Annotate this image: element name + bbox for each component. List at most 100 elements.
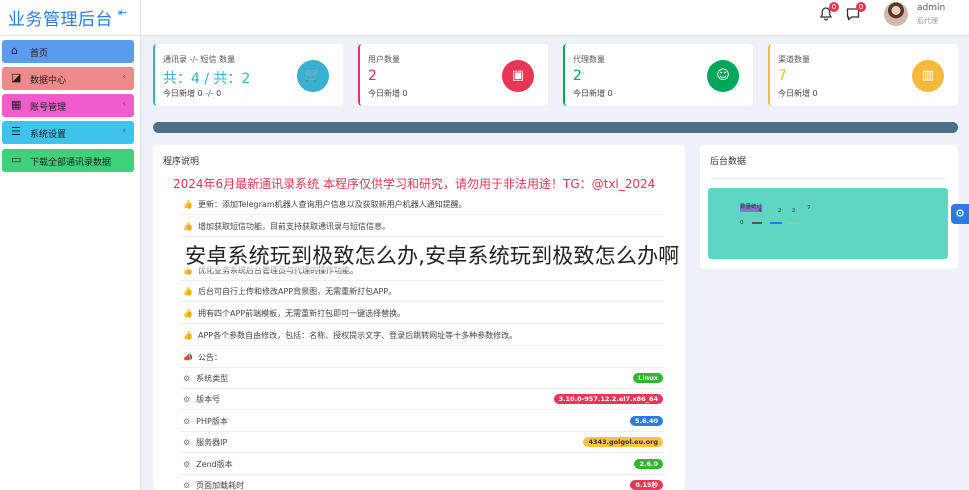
gear-icon: ⚙: [183, 417, 191, 426]
panel-title: 后台数据: [710, 157, 747, 167]
data-label: 2: [792, 208, 796, 214]
stat-card-agents: 代理数量 2 今日新增 0 ☺: [563, 44, 753, 106]
divider: [179, 409, 664, 410]
backend-panel: 后台数据 数量统计 4 2 2 7 0: [700, 145, 958, 269]
stat-title: 渠道数量: [778, 55, 810, 64]
cart-icon: 🛒: [297, 60, 329, 92]
divider: [179, 431, 664, 432]
info-row-load-time: ⚙ 页面加载耗时 0.15秒: [183, 480, 663, 490]
axis-label: 0: [740, 220, 744, 226]
avatar[interactable]: [884, 2, 908, 26]
sidebar-item-data-center[interactable]: ◪ 数据中心 ‹: [2, 67, 134, 90]
stat-sub: 今日新增 0: [778, 89, 818, 98]
divider: [179, 345, 664, 346]
thumb-icon: 👍: [183, 222, 193, 231]
data-label: 4: [758, 208, 762, 214]
gear-icon: ⚙: [183, 438, 191, 447]
program-heading: 2024年6月最新通讯录系统 本程序仅供学习和研究，请勿用于非法用途！TG：@t…: [173, 177, 656, 191]
info-row-version: ⚙ 版本号 3.10.0-957.12.2.el7.x86_64: [183, 394, 663, 410]
user-name[interactable]: admin: [917, 3, 945, 13]
megaphone-icon: 📣: [183, 353, 193, 362]
note-item: 👍 APP各个参数自由修改，包括：名称、授权提示文字、登录后跳转网址等十多种参数修…: [183, 331, 518, 340]
sidebar-item-download[interactable]: ▭ 下载全部通讯录数据: [2, 149, 134, 172]
gear-icon: ⚙: [183, 481, 191, 490]
chevron-left-icon: ‹: [122, 126, 126, 136]
info-row-server-ip: ⚙ 服务器IP 4343.golgol.eu.org: [183, 437, 663, 453]
info-row-zend: ⚙ Zend版本 2.6.0: [183, 459, 663, 475]
info-row-php: ⚙ PHP版本 5.6.40: [183, 416, 663, 432]
wallet-icon: ▣: [502, 60, 534, 92]
note-item: 👍 更新：添加Telegram机器人查询用户信息以及获取新用户机器人通知提醒。: [183, 200, 467, 209]
stat-value: 2: [573, 68, 582, 84]
mini-chart: 数量统计 4 2 2 7 0: [708, 188, 948, 259]
sidebar-item-label: 账号管理: [30, 103, 67, 113]
note-item: 👍 拥有四个APP前端模板，无需重新打包即可一键选择替换。: [183, 309, 406, 318]
stat-card-users: 用户数量 2 今日新增 0 ▣: [358, 44, 548, 106]
notice-label: 📣 公告：: [183, 353, 222, 362]
gear-icon: ⚙: [183, 374, 191, 383]
status-badge: 0.15秒: [630, 480, 663, 490]
stat-title: 代理数量: [573, 55, 605, 64]
sidebar-item-label: 系统设置: [30, 130, 67, 140]
divider: [710, 178, 948, 179]
divider: [179, 474, 664, 475]
chart-icon: ▥: [912, 60, 944, 92]
divider: [179, 214, 664, 215]
divider: [179, 280, 664, 281]
program-panel: 程序说明 2024年6月最新通讯录系统 本程序仅供学习和研究，请勿用于非法用途！…: [153, 145, 685, 490]
settings-gear-icon[interactable]: ⚙: [951, 204, 969, 224]
stat-value: 共：4 / 共：2: [163, 71, 251, 87]
chevron-left-icon: ‹: [122, 99, 126, 109]
divider: [179, 367, 664, 368]
users-icon: ☺: [707, 60, 739, 92]
user-role: 后代理: [917, 17, 938, 25]
stat-sub: 今日新增 0: [573, 89, 613, 98]
mini-bar: [752, 222, 762, 224]
note-item: 👍 增加获取短信功能，目前支持获取通讯录与短信信息。: [183, 222, 390, 231]
collapse-icon[interactable]: ⇤: [118, 6, 127, 19]
note-item: 👍 后台可自行上传和修改APP背景图，无需重新打包APP。: [183, 287, 397, 296]
sidebar: ⌂ 首页 ◪ 数据中心 ‹ ▦ 账号管理 ‹ ☰ 系统设置 ‹ ▭ 下载全部通讯…: [0, 36, 140, 490]
thumb-icon: 👍: [183, 200, 193, 209]
status-badge: 3.10.0-957.12.2.el7.x86_64: [553, 394, 663, 404]
sidebar-item-label: 下载全部通讯录数据: [30, 158, 112, 168]
divider: [179, 301, 664, 302]
sidebar-item-label: 首页: [30, 49, 49, 59]
gear-icon: ⚙: [183, 460, 191, 469]
status-badge: 5.6.40: [629, 416, 663, 426]
app-title: 业务管理后台: [8, 10, 113, 30]
status-badge: Linux: [633, 373, 663, 383]
sidebar-divider: [140, 0, 141, 490]
sidebar-item-accounts[interactable]: ▦ 账号管理 ‹: [2, 94, 134, 117]
stat-title: 通讯录 -/- 短信 数量: [163, 55, 236, 64]
mini-bar: [788, 222, 800, 224]
folder-icon: ▭: [11, 153, 22, 166]
message-badge: 0: [856, 2, 866, 12]
message-icon[interactable]: 0: [845, 2, 866, 22]
grid-icon: ▦: [11, 98, 22, 111]
stat-card-channels: 渠道数量 7 今日新增 0 ▥: [768, 44, 958, 106]
data-icon: ◪: [11, 71, 22, 84]
stat-sub: 今日新增 0 -/- 0: [163, 89, 222, 98]
divider: [179, 236, 664, 237]
thumb-icon: 👍: [183, 287, 193, 296]
mini-bar: [770, 222, 782, 224]
stat-value: 2: [368, 68, 377, 84]
gear-icon: ⚙: [183, 395, 191, 404]
divider: [179, 452, 664, 453]
data-label: 2: [778, 208, 782, 214]
sidebar-item-home[interactable]: ⌂ 首页: [2, 40, 134, 63]
bell-badge: 0: [829, 2, 839, 12]
data-label: 7: [807, 205, 811, 211]
info-row-os: ⚙ 系统类型 Linux: [183, 373, 663, 389]
divider: [179, 388, 664, 389]
bell-icon[interactable]: 0: [818, 2, 839, 22]
status-badge: 4343.golgol.eu.org: [583, 437, 663, 447]
sidebar-item-settings[interactable]: ☰ 系统设置 ‹: [2, 121, 134, 144]
stat-title: 用户数量: [368, 55, 400, 64]
chevron-left-icon: ‹: [122, 72, 126, 82]
banner-bar: [153, 122, 958, 133]
thumb-icon: 👍: [183, 309, 193, 318]
thumb-icon: 👍: [183, 331, 193, 340]
stat-card-contacts: 通讯录 -/- 短信 数量 共：4 / 共：2 今日新增 0 -/- 0 🛒: [153, 44, 343, 106]
